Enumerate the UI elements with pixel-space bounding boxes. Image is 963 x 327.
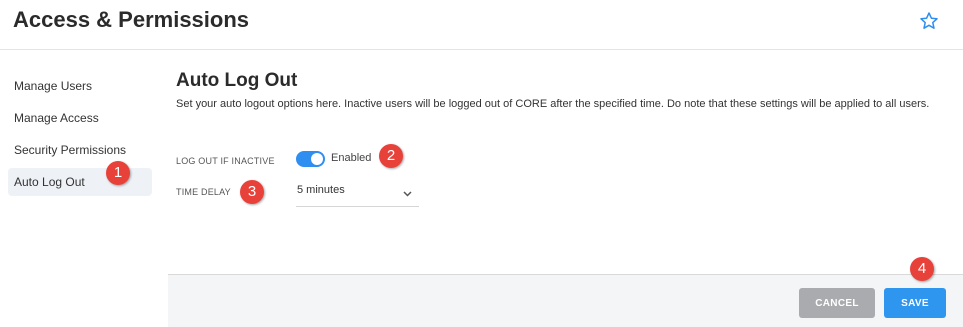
star-icon[interactable] [919,11,939,31]
logout-inactive-label: LOG OUT IF INACTIVE [176,156,275,166]
section-description: Set your auto logout options here. Inact… [176,98,930,110]
time-delay-label: TIME DELAY [176,187,231,197]
callout-marker: 2 [379,144,403,168]
chevron-down-icon [402,186,413,197]
page-title: Access & Permissions [13,7,250,32]
cancel-button[interactable]: CANCEL [799,288,875,318]
callout-marker: 3 [240,180,264,204]
sidebar-item-auto-log-out[interactable]: Auto Log Out [8,168,152,196]
logout-inactive-toggle[interactable] [296,151,325,167]
sidebar-item-security-permissions[interactable]: Security Permissions [8,136,152,164]
callout-marker: 4 [910,257,934,281]
sidebar-item-manage-users[interactable]: Manage Users [8,72,152,100]
page-header: Access & Permissions [0,0,963,50]
toggle-state-label: Enabled [331,152,372,164]
footer-bar: CANCEL SAVE [168,274,963,327]
callout-marker: 1 [106,161,130,185]
time-delay-value: 5 minutes [297,184,345,196]
save-button[interactable]: SAVE [884,288,946,318]
section-title: Auto Log Out [176,70,298,91]
toggle-knob [311,153,323,165]
sidebar-item-manage-access[interactable]: Manage Access [8,104,152,132]
time-delay-select[interactable]: 5 minutes [296,177,419,207]
